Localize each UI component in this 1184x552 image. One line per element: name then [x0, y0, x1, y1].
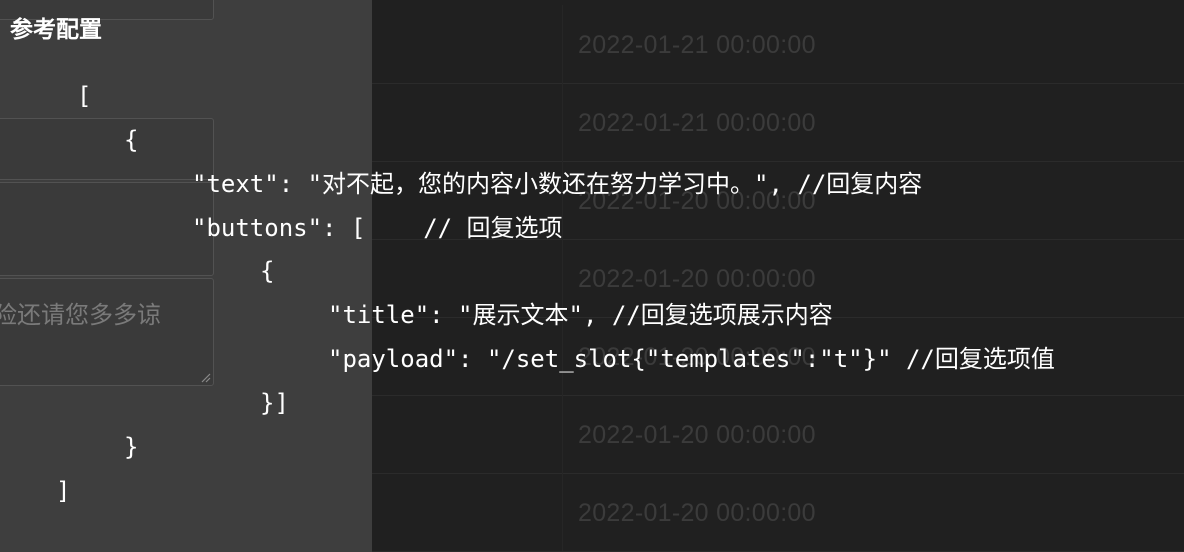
created-time-cell: 2022-01-20 00:00:00: [578, 499, 816, 527]
screen: 2022-01-21 00:00:00 2022-01-21 00:00:00 …: [0, 0, 1184, 552]
config-code-block: [ { "text": "对不起，您的内容小数还在努力学习中。", //回复内容…: [0, 0, 1055, 505]
table-row: 2022-01-21 00:00:00: [372, 5, 1184, 84]
code-line: }: [124, 433, 139, 461]
code-line: "buttons": [ // 回复选项: [192, 214, 563, 242]
data-table: 2022-01-21 00:00:00 2022-01-21 00:00:00 …: [372, 0, 1184, 552]
created-time-cell: 2022-01-21 00:00:00: [578, 109, 816, 137]
column-divider: [562, 5, 563, 83]
column-divider: [562, 83, 563, 161]
resize-handle-icon[interactable]: [199, 371, 211, 383]
code-line: }]: [260, 389, 289, 417]
table-row: 2022-01-20 00:00:00: [372, 473, 1184, 552]
created-time-cell: 2022-01-20 00:00:00: [578, 421, 816, 449]
column-divider: [562, 473, 563, 551]
code-line: "payload": "/set_slot{"templates":"t"}" …: [328, 345, 1055, 373]
created-time-cell: 2022-01-21 00:00:00: [578, 31, 816, 59]
code-line: "text": "对不起，您的内容小数还在努力学习中。", //回复内容: [192, 170, 923, 198]
code-line: [: [77, 82, 92, 110]
code-line: {: [124, 126, 139, 154]
code-line: ]: [56, 477, 71, 505]
code-line: {: [260, 257, 275, 285]
table-row: 2022-01-20 00:00:00: [372, 395, 1184, 474]
table-row: 2022-01-21 00:00:00: [372, 83, 1184, 162]
code-line: "title": "展示文本", //回复选项展示内容: [328, 301, 833, 329]
column-divider: [562, 395, 563, 473]
created-time-cell: 2022-01-20 00:00:00: [578, 265, 816, 293]
